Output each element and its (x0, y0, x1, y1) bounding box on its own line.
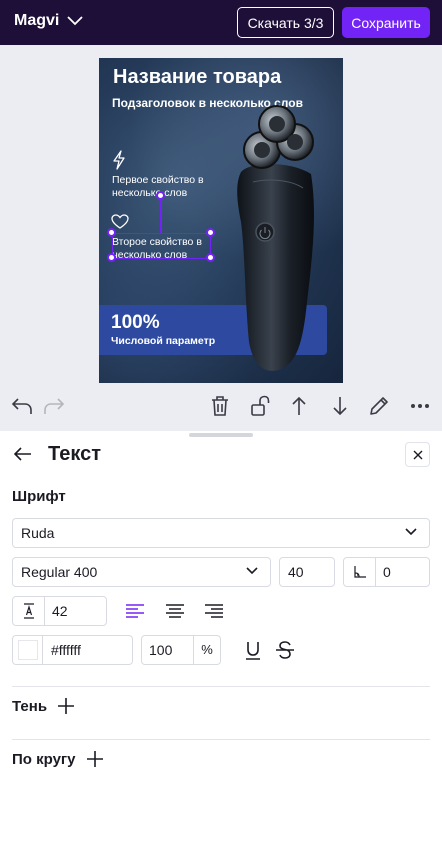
artboard-title[interactable]: Название товара (113, 66, 281, 89)
text-selection-box[interactable] (112, 233, 211, 259)
more-button[interactable] (407, 393, 433, 419)
divider (12, 739, 430, 740)
letter-spacing-value: 0 (383, 564, 391, 580)
text-color-field[interactable]: #ffffff (12, 635, 133, 665)
align-right-button[interactable] (203, 600, 225, 622)
redo-button[interactable] (41, 393, 67, 419)
align-right-icon (205, 604, 223, 618)
font-weight-value: Regular 400 (21, 564, 98, 580)
circle-text-label: По кругу (12, 750, 76, 768)
parameter-label[interactable]: Числовой параметр (111, 335, 215, 347)
align-center-button[interactable] (164, 600, 186, 622)
align-left-button[interactable] (124, 600, 146, 622)
font-family-select[interactable]: Ruda (12, 518, 430, 548)
brand-menu[interactable]: Magvi (14, 12, 83, 30)
text-properties-panel: Текст Шрифт Ruda Regular 400 40 0 42 #ff… (0, 431, 442, 861)
pencil-icon (370, 397, 388, 415)
opacity-field[interactable]: 100 % (141, 635, 221, 665)
resize-handle-bottom-left[interactable] (107, 253, 116, 262)
resize-handle-top-right[interactable] (206, 228, 215, 237)
lock-button[interactable] (247, 393, 273, 419)
letter-spacing-field[interactable]: 0 (343, 557, 430, 587)
shaver-image[interactable] (219, 102, 329, 382)
font-section-label: Шрифт (12, 488, 66, 505)
plus-icon (58, 698, 75, 714)
chevron-down-icon (405, 528, 417, 536)
font-family-value: Ruda (21, 525, 55, 541)
color-swatch-cell[interactable] (13, 636, 43, 664)
arrow-down-icon (333, 397, 347, 416)
brand-name: Magvi (14, 12, 60, 29)
align-left-icon (126, 604, 144, 618)
opacity-unit: % (201, 642, 213, 657)
lightning-icon[interactable] (111, 150, 127, 170)
resize-handle-bottom-right[interactable] (206, 253, 215, 262)
panel-drag-handle[interactable] (189, 433, 253, 437)
panel-title: Текст (48, 443, 102, 465)
more-icon (411, 404, 429, 408)
align-center-icon (166, 604, 184, 618)
plus-icon (86, 751, 103, 767)
strikethrough-button[interactable] (274, 639, 296, 661)
layer-down-button[interactable] (327, 393, 353, 419)
canvas-toolbar (0, 393, 442, 421)
undo-icon (11, 398, 32, 414)
chevron-down-icon (67, 16, 83, 26)
line-height-icon (13, 597, 45, 625)
strikethrough-icon (276, 641, 294, 659)
trash-icon (212, 396, 228, 416)
unlock-icon (251, 395, 270, 416)
letter-spacing-icon (344, 558, 376, 586)
opacity-value[interactable]: 100 (142, 636, 194, 664)
top-bar: Magvi Скачать 3/3 Сохранить (0, 0, 442, 45)
rotate-handle[interactable] (156, 191, 165, 200)
delete-button[interactable] (207, 393, 233, 419)
arrow-up-icon (292, 396, 306, 415)
canvas-area: Название товара Подзаголовок в несколько… (0, 45, 442, 431)
download-button[interactable]: Скачать 3/3 (237, 7, 334, 38)
color-hex-value[interactable]: #ffffff (43, 636, 81, 664)
font-size-input[interactable]: 40 (279, 557, 335, 587)
close-icon (413, 450, 422, 459)
color-swatch[interactable] (17, 640, 38, 660)
resize-handle-top-left[interactable] (107, 228, 116, 237)
redo-icon (44, 398, 65, 414)
font-weight-select[interactable]: Regular 400 (12, 557, 271, 587)
undo-button[interactable] (9, 393, 35, 419)
close-button[interactable] (405, 442, 430, 467)
save-button[interactable]: Сохранить (342, 7, 430, 38)
underline-icon (246, 642, 260, 660)
rotation-line (160, 196, 162, 233)
line-height-value: 42 (52, 603, 68, 619)
divider (12, 686, 430, 687)
circle-text-section-toggle[interactable]: По кругу (12, 750, 104, 768)
line-height-field[interactable]: 42 (12, 596, 107, 626)
parameter-value[interactable]: 100% (111, 312, 160, 334)
artboard[interactable]: Название товара Подзаголовок в несколько… (99, 58, 343, 383)
arrow-left-icon (13, 447, 31, 461)
shadow-section-toggle[interactable]: Тень (12, 697, 75, 715)
back-button[interactable] (13, 447, 32, 466)
layer-up-button[interactable] (286, 393, 312, 419)
underline-button[interactable] (242, 639, 264, 661)
edit-button[interactable] (366, 393, 392, 419)
chevron-down-icon (246, 567, 258, 575)
shadow-label: Тень (12, 697, 48, 715)
